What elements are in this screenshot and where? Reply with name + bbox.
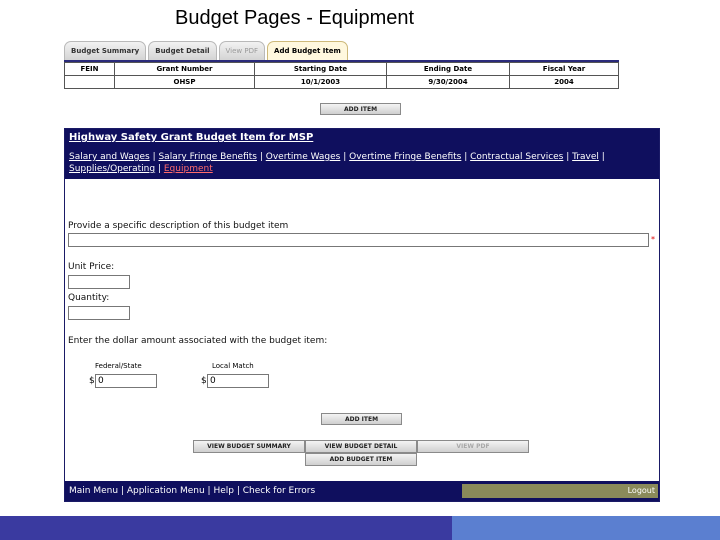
cell-ending-date: 9/30/2004: [386, 75, 510, 89]
cell-grant-number: OHSP: [114, 75, 255, 89]
link-overtime-wages[interactable]: Overtime Wages: [266, 152, 341, 162]
link-check-for-errors[interactable]: Check for Errors: [243, 486, 315, 496]
link-help[interactable]: Help: [213, 486, 234, 496]
link-main-menu[interactable]: Main Menu: [69, 486, 118, 496]
grant-info-table: FEIN Grant Number Starting Date Ending D…: [64, 62, 619, 89]
panel-header: Highway Safety Grant Budget Item for MSP…: [65, 129, 659, 179]
tab-view-pdf[interactable]: View PDF: [218, 41, 266, 60]
header-fein: FEIN: [64, 62, 115, 76]
local-currency-symbol: $: [201, 376, 207, 386]
link-salary-fringe-benefits[interactable]: Salary Fringe Benefits: [158, 152, 257, 162]
link-travel[interactable]: Travel: [572, 152, 599, 162]
link-contractual-services[interactable]: Contractual Services: [470, 152, 563, 162]
panel-title: Highway Safety Grant Budget Item for MSP: [69, 132, 314, 143]
add-item-button-top[interactable]: ADD ITEM: [320, 103, 401, 115]
quantity-label: Quantity:: [68, 293, 110, 303]
table-header-row: FEIN Grant Number Starting Date Ending D…: [64, 62, 619, 76]
slide-bottom-bar: [0, 516, 720, 540]
tab-budget-summary[interactable]: Budget Summary: [64, 41, 147, 60]
tab-add-budget-item[interactable]: Add Budget Item: [267, 41, 348, 60]
bottom-bar-dark-segment: [0, 516, 452, 540]
unit-price-label: Unit Price:: [68, 262, 115, 272]
view-pdf-button[interactable]: VIEW PDF: [417, 440, 529, 453]
header-starting-date: Starting Date: [254, 62, 387, 76]
description-label: Provide a specific description of this b…: [68, 221, 289, 231]
link-overtime-fringe-benefits[interactable]: Overtime Fringe Benefits: [349, 152, 461, 162]
add-item-button[interactable]: ADD ITEM: [321, 413, 402, 425]
view-budget-detail-button[interactable]: VIEW BUDGET DETAIL: [305, 440, 417, 453]
view-budget-summary-button[interactable]: VIEW BUDGET SUMMARY: [193, 440, 305, 453]
required-marker: *: [651, 235, 655, 244]
footer-links: Main Menu | Application Menu | Help | Ch…: [69, 486, 316, 496]
local-match-label: Local Match: [212, 362, 254, 370]
federal-currency-symbol: $: [89, 376, 95, 386]
description-field[interactable]: [68, 233, 649, 247]
cell-starting-date: 10/1/2003: [254, 75, 387, 89]
dollar-amount-label: Enter the dollar amount associated with …: [68, 336, 328, 346]
header-grant-number: Grant Number: [114, 62, 255, 76]
link-supplies-operating[interactable]: Supplies/Operating: [69, 164, 155, 174]
link-salary-and-wages[interactable]: Salary and Wages: [69, 152, 150, 162]
cell-fein: [64, 75, 115, 89]
logout-link[interactable]: Logout: [628, 486, 655, 495]
category-links-line-1: Salary and Wages | Salary Fringe Benefit…: [69, 152, 605, 162]
add-budget-item-button[interactable]: ADD BUDGET ITEM: [305, 453, 417, 466]
bottom-bar-light-segment: [452, 516, 720, 540]
header-ending-date: Ending Date: [386, 62, 510, 76]
tab-bar: Budget Summary Budget Detail View PDF Ad…: [64, 41, 348, 60]
link-application-menu[interactable]: Application Menu: [127, 486, 205, 496]
category-links-line-2: Supplies/Operating | Equipment: [69, 164, 213, 174]
table-row: OHSP 10/1/2003 9/30/2004 2004: [64, 75, 619, 89]
federal-state-label: Federal/State: [95, 362, 142, 370]
budget-item-panel: Highway Safety Grant Budget Item for MSP…: [64, 128, 660, 502]
quantity-field[interactable]: [68, 306, 130, 320]
unit-price-field[interactable]: [68, 275, 130, 289]
federal-state-field[interactable]: 0: [95, 374, 157, 388]
cell-fiscal-year: 2004: [509, 75, 619, 89]
local-match-field[interactable]: 0: [207, 374, 269, 388]
link-equipment[interactable]: Equipment: [164, 164, 213, 174]
panel-footer: Main Menu | Application Menu | Help | Ch…: [65, 481, 659, 501]
tab-budget-detail[interactable]: Budget Detail: [148, 41, 217, 60]
slide-title: Budget Pages - Equipment: [175, 7, 415, 29]
header-fiscal-year: Fiscal Year: [509, 62, 619, 76]
